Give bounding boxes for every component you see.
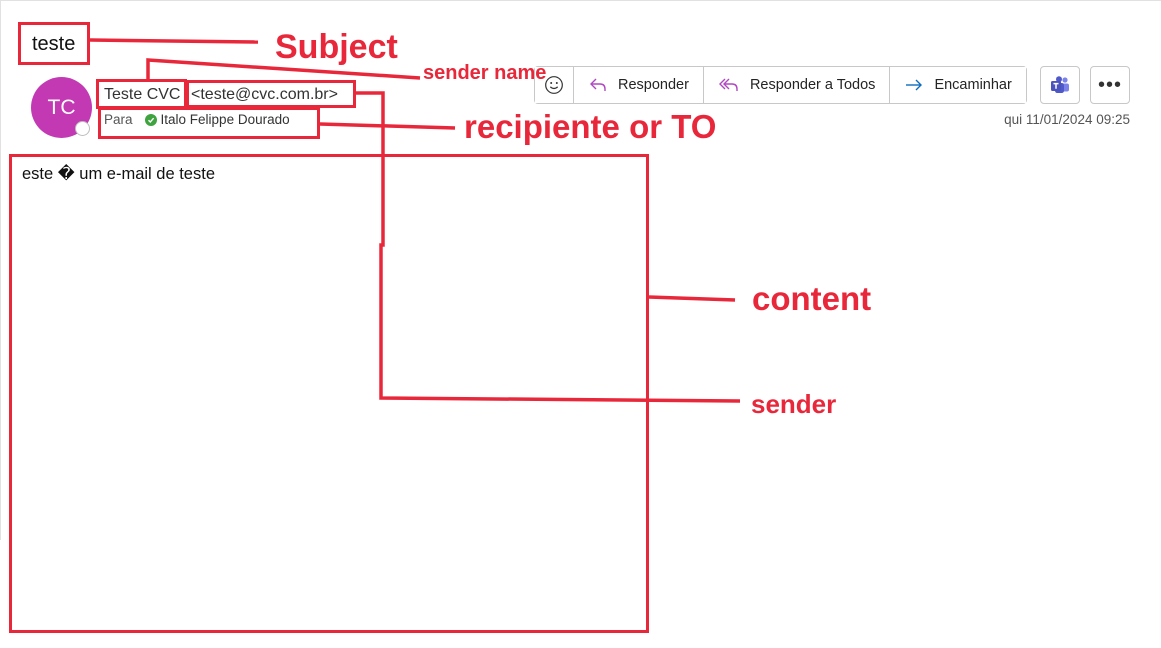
annotation-label-recipient: recipiente or TO	[464, 108, 717, 145]
reply-all-label: Responder a Todos	[749, 77, 876, 93]
forward-button[interactable]: Encaminhar	[889, 67, 1026, 103]
forward-icon	[906, 79, 923, 91]
annotation-label-subject: Subject	[275, 28, 398, 66]
smiley-icon	[545, 76, 563, 94]
reply-label: Responder	[618, 77, 689, 93]
annotation-box-recipient	[98, 107, 320, 139]
more-options-button[interactable]: •••	[1090, 66, 1130, 104]
window-top-border	[0, 0, 1161, 1]
teams-icon	[1051, 76, 1069, 93]
reply-all-button[interactable]: Responder a Todos	[702, 67, 890, 103]
annotation-label-sender-name: sender name	[423, 62, 547, 84]
more-icon: •••	[1097, 73, 1122, 96]
email-date: qui 11/01/2024 09:25	[1004, 112, 1130, 127]
reply-all-icon	[718, 78, 738, 91]
message-toolbar: Responder Responder a Todos Encaminhar	[534, 66, 1027, 104]
annotation-box-sender-email	[186, 80, 356, 108]
reply-icon	[590, 78, 606, 91]
avatar-initials: TC	[47, 95, 76, 119]
forward-label: Encaminhar	[934, 77, 1012, 93]
annotation-box-subject	[18, 22, 90, 65]
teams-button[interactable]	[1040, 66, 1080, 104]
annotation-box-content	[9, 154, 649, 633]
reply-button[interactable]: Responder	[573, 67, 703, 103]
annotation-label-content: content	[752, 280, 872, 317]
annotation-box-sender-name	[96, 79, 187, 109]
presence-status-icon	[75, 121, 90, 136]
window-left-border	[0, 0, 1, 540]
annotation-label-sender: sender	[751, 389, 837, 419]
